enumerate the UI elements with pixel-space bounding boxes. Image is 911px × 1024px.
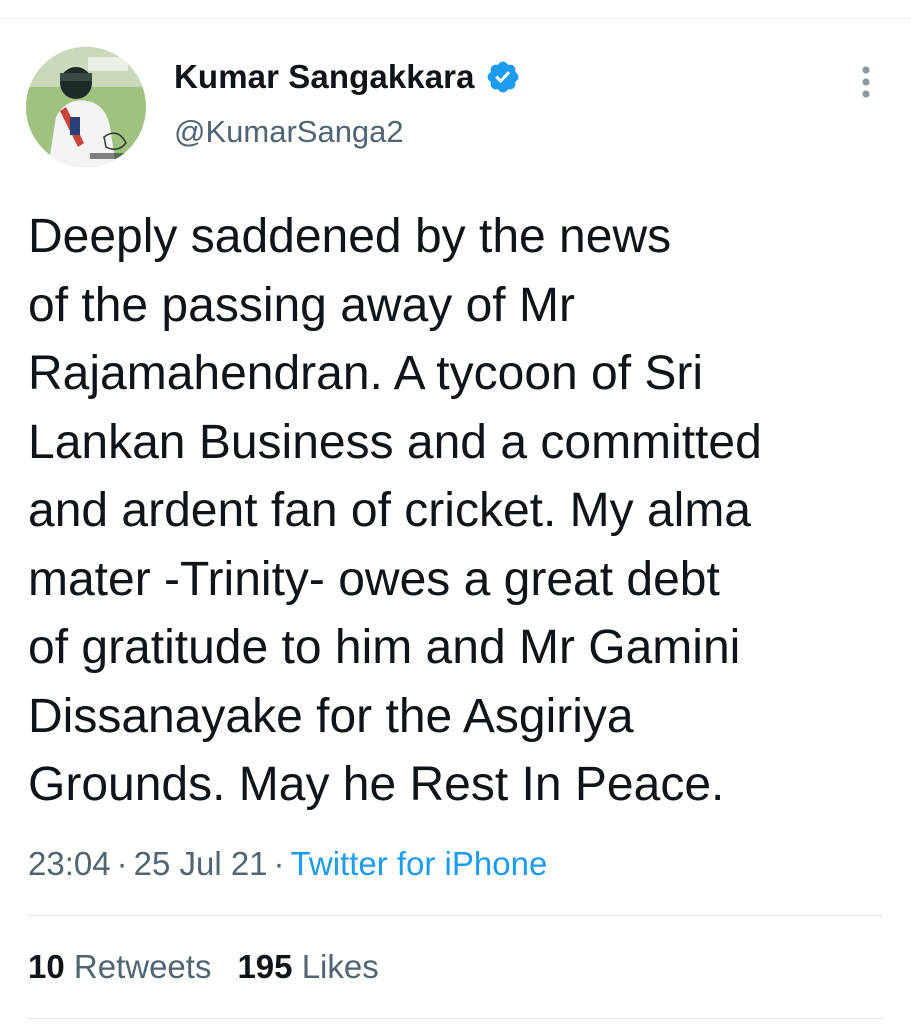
tweet-detail-page: Kumar Sangakkara @KumarSanga2 Deeply sad…	[0, 0, 911, 1024]
tweet-text-line: Grounds. May he Rest In Peace.	[28, 758, 725, 811]
tweet-text-line: Dissanayake for the Asgiriya	[28, 689, 634, 743]
retweets-stat[interactable]: 10 Retweets	[28, 948, 211, 985]
author-handle[interactable]: @KumarSanga2	[174, 114, 404, 150]
likes-label: Likes	[301, 948, 379, 985]
tweet-text-line: Rajamahendran. A tycoon of Sri	[28, 347, 704, 400]
likes-count: 195	[237, 948, 293, 985]
tweet-text-line: of gratitude to him and Mr Gamini	[28, 621, 741, 674]
tweet-text: Deeply saddened by the news of the passi…	[28, 203, 898, 820]
tweet-time[interactable]: 23:04	[28, 845, 111, 882]
author-display-name[interactable]: Kumar Sangakkara	[174, 58, 521, 96]
tweet-text-line: and ardent fan of cricket. My alma	[28, 484, 751, 537]
likes-stat[interactable]: 195 Likes	[237, 948, 378, 985]
tweet-stats: 10 Retweets 195 Likes	[28, 948, 379, 986]
stats-divider-bottom	[28, 1018, 883, 1019]
meta-separator: ·	[273, 845, 285, 882]
tweet-text-line: Lankan Business and a committed	[28, 415, 762, 469]
avatar-photo	[26, 47, 146, 167]
stats-divider-top	[28, 915, 883, 916]
tweet-text-line: mater -Trinity- owes a great debt	[28, 552, 720, 606]
author-name-text[interactable]: Kumar Sangakkara	[174, 58, 475, 96]
top-divider	[0, 18, 911, 19]
more-options-icon	[862, 66, 870, 98]
tweet-meta: 23:04 · 25 Jul 21 · Twitter for iPhone	[28, 845, 547, 883]
tweet-text-line: Deeply saddened by the news	[28, 210, 672, 263]
avatar[interactable]	[26, 47, 146, 167]
retweets-count: 10	[28, 948, 65, 985]
tweet-date[interactable]: 25 Jul 21	[134, 845, 268, 882]
meta-separator: ·	[116, 845, 128, 882]
verified-badge-icon	[485, 59, 521, 95]
tweet-source-link[interactable]: Twitter for iPhone	[291, 845, 548, 882]
more-options-button[interactable]	[848, 62, 884, 102]
retweets-label: Retweets	[73, 948, 212, 985]
tweet-text-line: of the passing away of Mr	[28, 278, 575, 332]
